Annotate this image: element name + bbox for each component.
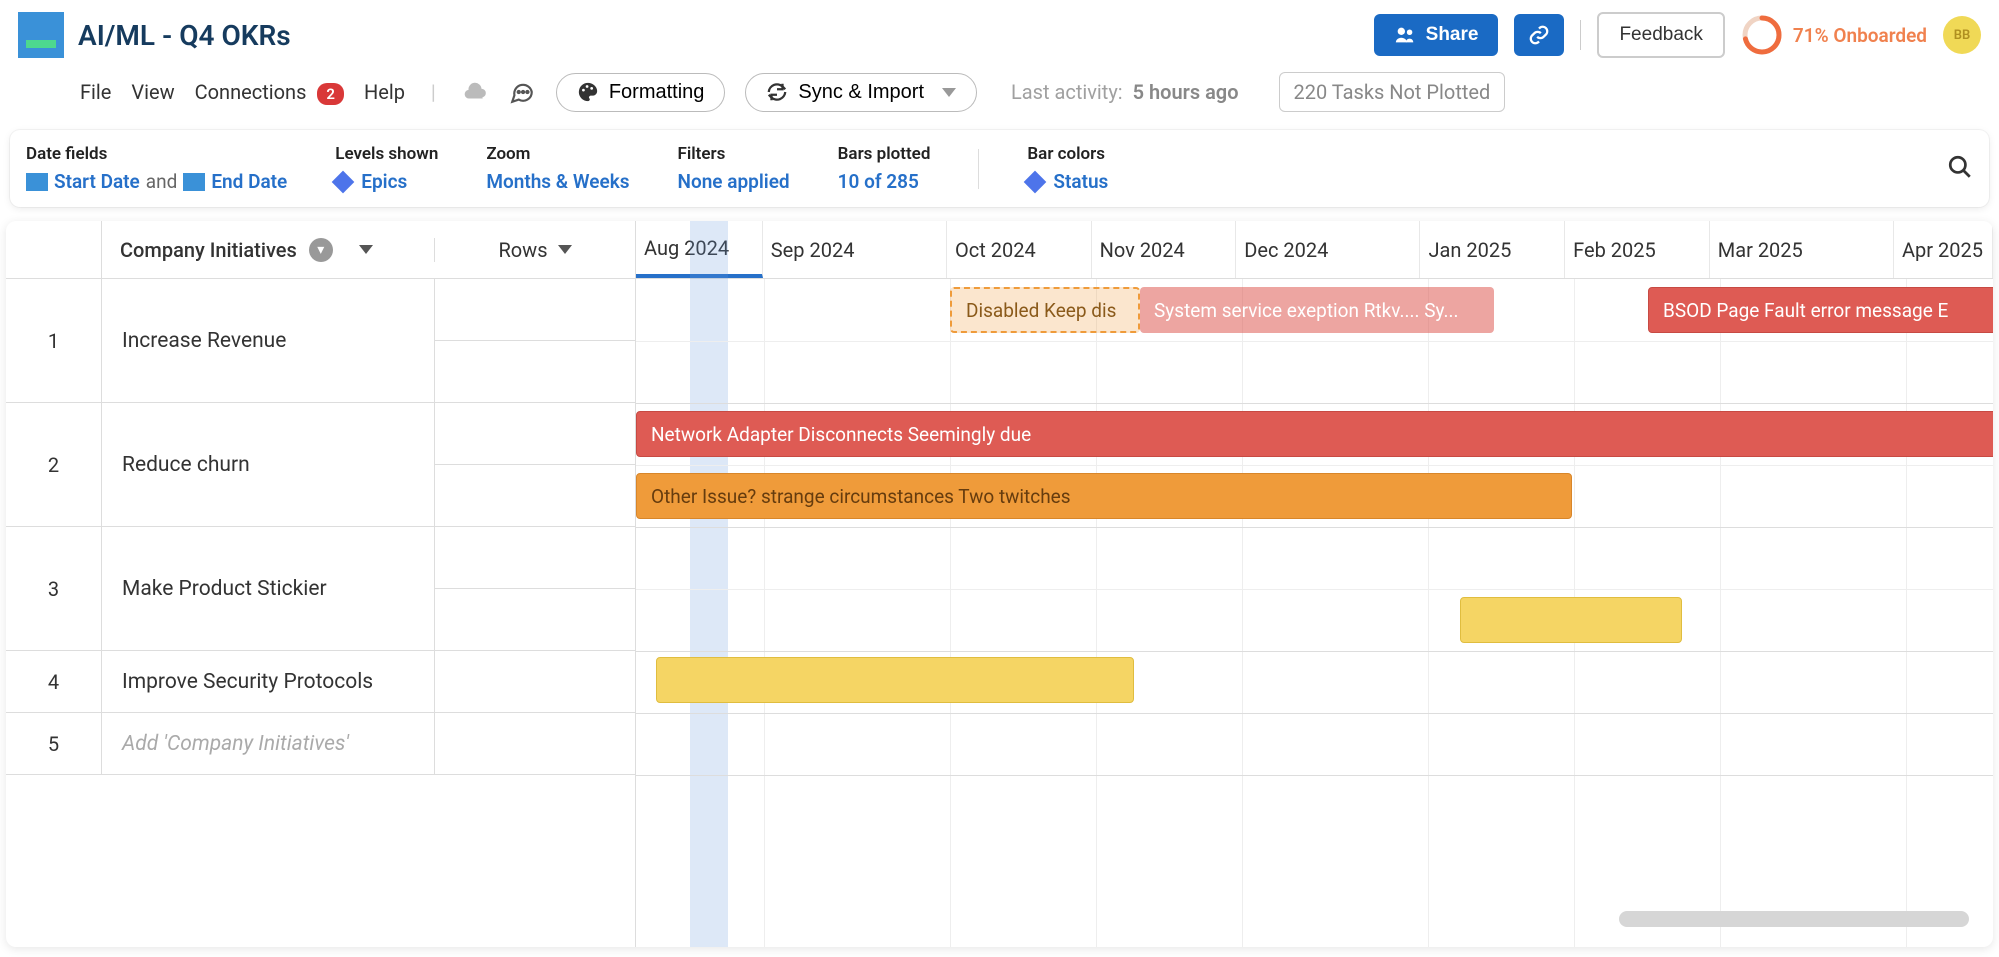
chevron-down-icon — [942, 88, 956, 97]
app-logo-icon — [18, 12, 64, 58]
row-label: Reduce churn — [102, 403, 435, 526]
today-marker — [690, 221, 728, 947]
menu-view[interactable]: View — [131, 80, 174, 104]
divider — [978, 149, 979, 189]
cloud-sync-icon[interactable] — [462, 82, 488, 102]
initiatives-column-header[interactable]: Company Initiatives ▾ — [102, 238, 435, 262]
timeline-body: Disabled Keep dis System service exeptio… — [636, 279, 1993, 947]
month-header[interactable]: Aug 2024 — [636, 221, 763, 278]
gantt-bar[interactable]: BSOD Page Fault error message E — [1648, 287, 1993, 333]
copy-link-button[interactable] — [1514, 14, 1564, 56]
table-row[interactable]: 2 Reduce churn — [6, 403, 635, 527]
header: AI/ML - Q4 OKRs Share Feedback 71% Onboa… — [0, 0, 1999, 58]
timeline-header: Aug 2024 Sep 2024 Oct 2024 Nov 2024 Dec … — [636, 221, 1993, 279]
month-header[interactable]: Nov 2024 — [1092, 221, 1237, 278]
field-icon — [26, 173, 48, 191]
refresh-icon — [766, 81, 788, 103]
cfg-zoom[interactable]: Zoom Months & Weeks — [486, 144, 629, 193]
dropdown-icon — [558, 245, 572, 254]
menu-connections[interactable]: Connections 2 — [195, 80, 344, 104]
cfg-bar-colors[interactable]: Bar colors Status — [1027, 144, 1108, 193]
config-bar: Date fields Start Date and End Date Leve… — [10, 130, 1989, 207]
link-icon — [1528, 24, 1550, 46]
month-header[interactable]: Dec 2024 — [1236, 221, 1420, 278]
menu-help[interactable]: Help — [364, 80, 405, 104]
menubar: File View Connections 2 Help | Formattin… — [0, 58, 1999, 126]
table-row[interactable]: 4 Improve Security Protocols — [6, 651, 635, 713]
left-pane: Company Initiatives ▾ Rows 1 Increase Re… — [6, 221, 636, 947]
people-icon — [1394, 24, 1416, 46]
gantt-bar[interactable] — [1460, 597, 1682, 643]
month-header[interactable]: Jan 2025 — [1420, 221, 1565, 278]
month-header[interactable]: Mar 2025 — [1710, 221, 1894, 278]
gantt-bar[interactable]: Network Adapter Disconnects Seemingly du… — [636, 411, 1993, 457]
gantt-bar[interactable]: Disabled Keep dis — [950, 287, 1140, 333]
formatting-button[interactable]: Formatting — [556, 73, 726, 112]
menu-file[interactable]: File — [80, 80, 111, 104]
feedback-button[interactable]: Feedback — [1597, 12, 1724, 58]
tasks-not-plotted-badge[interactable]: 220 Tasks Not Plotted — [1279, 72, 1506, 112]
connections-badge: 2 — [317, 83, 344, 105]
progress-ring-icon — [1741, 14, 1783, 56]
add-row-placeholder: Add 'Company Initiatives' — [102, 713, 435, 774]
row-label: Improve Security Protocols — [102, 651, 435, 712]
cfg-levels[interactable]: Levels shown Epics — [335, 144, 438, 193]
month-header[interactable]: Sep 2024 — [763, 221, 947, 278]
search-icon — [1947, 154, 1973, 180]
avatar[interactable]: BB — [1943, 16, 1981, 54]
table-row[interactable]: 3 Make Product Stickier — [6, 527, 635, 651]
row-label: Make Product Stickier — [102, 527, 435, 650]
share-button[interactable]: Share — [1374, 14, 1499, 56]
month-header[interactable]: Apr 2025 — [1894, 221, 1993, 278]
gantt-bar[interactable]: Other Issue? strange circumstances Two t… — [636, 473, 1572, 519]
header-actions: Share Feedback 71% Onboarded BB — [1374, 12, 1981, 58]
diamond-icon — [332, 170, 355, 193]
app-root: AI/ML - Q4 OKRs Share Feedback 71% Onboa… — [0, 0, 1999, 957]
rows-column-header[interactable]: Rows — [435, 238, 635, 262]
gantt-bar[interactable]: System service exeption Rtkv.... Sy... — [1140, 287, 1494, 333]
palette-icon — [577, 81, 599, 103]
timeline[interactable]: Aug 2024 Sep 2024 Oct 2024 Nov 2024 Dec … — [636, 221, 1993, 947]
cfg-date-fields[interactable]: Date fields Start Date and End Date — [26, 144, 287, 193]
month-header[interactable]: Oct 2024 — [947, 221, 1092, 278]
field-icon — [183, 173, 205, 191]
row-number-header — [6, 221, 102, 278]
table-row[interactable]: 1 Increase Revenue — [6, 279, 635, 403]
chevron-down-icon: ▾ — [309, 238, 333, 262]
dropdown-icon — [359, 245, 373, 254]
gantt-container: Company Initiatives ▾ Rows 1 Increase Re… — [6, 221, 1993, 947]
search-button[interactable] — [1947, 154, 1973, 184]
cfg-filters[interactable]: Filters None applied — [678, 144, 790, 193]
last-activity: Last activity: 5 hours ago — [1011, 80, 1239, 104]
table-row-add[interactable]: 5 Add 'Company Initiatives' — [6, 713, 635, 775]
cfg-bars-plotted[interactable]: Bars plotted 10 of 285 — [838, 144, 931, 193]
row-label: Increase Revenue — [102, 279, 435, 402]
horizontal-scrollbar[interactable] — [1619, 911, 1969, 927]
comments-icon[interactable] — [508, 79, 536, 105]
onboarding-progress[interactable]: 71% Onboarded — [1741, 14, 1927, 56]
gantt-bar[interactable] — [656, 657, 1134, 703]
separator: | — [431, 80, 436, 104]
divider — [1580, 20, 1581, 50]
left-header: Company Initiatives ▾ Rows — [6, 221, 635, 279]
sync-import-button[interactable]: Sync & Import — [745, 73, 977, 112]
month-header[interactable]: Feb 2025 — [1565, 221, 1710, 278]
diamond-icon — [1024, 170, 1047, 193]
document-title[interactable]: AI/ML - Q4 OKRs — [78, 19, 291, 52]
